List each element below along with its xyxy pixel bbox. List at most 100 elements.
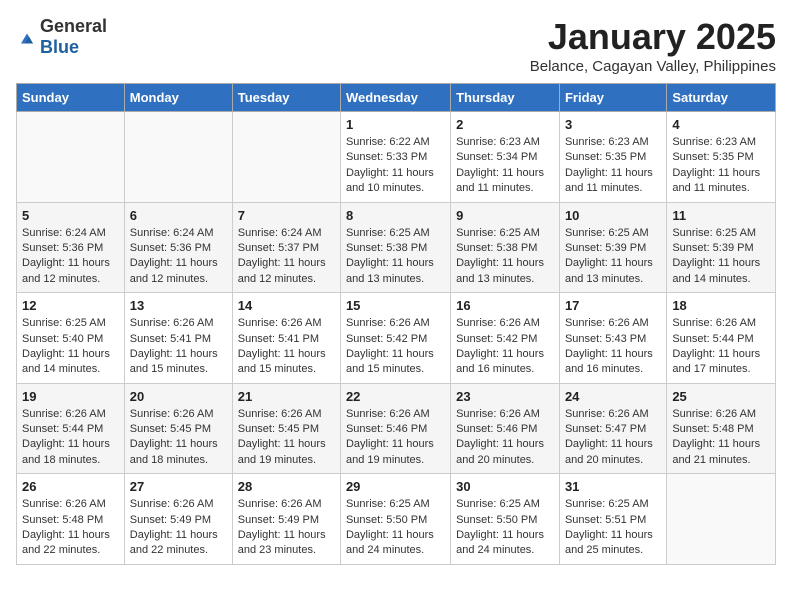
day-content: Sunrise: 6:25 AMSunset: 5:50 PMDaylight:… bbox=[346, 497, 445, 559]
day-content: Sunrise: 6:26 AMSunset: 5:48 PMDaylight:… bbox=[672, 407, 770, 469]
day-number: 2 bbox=[456, 117, 554, 132]
day-number: 20 bbox=[130, 389, 227, 404]
week-row-4: 26 Sunrise: 6:26 AMSunset: 5:48 PMDayligh… bbox=[17, 474, 776, 565]
calendar-cell bbox=[232, 112, 340, 203]
day-content: Sunrise: 6:25 AMSunset: 5:39 PMDaylight:… bbox=[672, 226, 770, 288]
calendar-cell: 19 Sunrise: 6:26 AMSunset: 5:44 PMDayligh… bbox=[17, 383, 125, 474]
day-content: Sunrise: 6:26 AMSunset: 5:46 PMDaylight:… bbox=[456, 407, 554, 469]
calendar-cell: 26 Sunrise: 6:26 AMSunset: 5:48 PMDayligh… bbox=[17, 474, 125, 565]
header-row: SundayMondayTuesdayWednesdayThursdayFrid… bbox=[17, 84, 776, 112]
day-content: Sunrise: 6:26 AMSunset: 5:42 PMDaylight:… bbox=[346, 316, 445, 378]
calendar-cell: 20 Sunrise: 6:26 AMSunset: 5:45 PMDayligh… bbox=[124, 383, 232, 474]
calendar-cell: 15 Sunrise: 6:26 AMSunset: 5:42 PMDayligh… bbox=[340, 293, 450, 384]
calendar-cell: 12Sunrise: 6:25 AMSunset: 5:40 PMDayligh… bbox=[17, 293, 125, 384]
day-number: 10 bbox=[565, 208, 661, 223]
header-day-saturday: Saturday bbox=[667, 84, 776, 112]
calendar-cell: 11Sunrise: 6:25 AMSunset: 5:39 PMDayligh… bbox=[667, 202, 776, 293]
calendar-cell: 17 Sunrise: 6:26 AMSunset: 5:43 PMDayligh… bbox=[559, 293, 666, 384]
week-row-3: 19 Sunrise: 6:26 AMSunset: 5:44 PMDayligh… bbox=[17, 383, 776, 474]
page-header: General Blue January 2025 Belance, Cagay… bbox=[16, 16, 776, 75]
day-number: 6 bbox=[130, 208, 227, 223]
day-number: 14 bbox=[238, 298, 335, 313]
day-content: Sunrise: 6:23 AMSunset: 5:34 PMDaylight:… bbox=[456, 135, 554, 197]
week-row-0: 1Sunrise: 6:22 AMSunset: 5:33 PMDaylight… bbox=[17, 112, 776, 203]
day-content: Sunrise: 6:26 AMSunset: 5:46 PMDaylight:… bbox=[346, 407, 445, 469]
day-number: 7 bbox=[238, 208, 335, 223]
calendar-cell: 4 Sunrise: 6:23 AMSunset: 5:35 PMDaylight… bbox=[667, 112, 776, 203]
header-day-wednesday: Wednesday bbox=[340, 84, 450, 112]
calendar-cell: 18Sunrise: 6:26 AMSunset: 5:44 PMDayligh… bbox=[667, 293, 776, 384]
day-number: 22 bbox=[346, 389, 445, 404]
day-number: 27 bbox=[130, 479, 227, 494]
day-content: Sunrise: 6:23 AMSunset: 5:35 PMDaylight:… bbox=[565, 135, 661, 197]
calendar-cell: 6 Sunrise: 6:24 AMSunset: 5:36 PMDaylight… bbox=[124, 202, 232, 293]
day-content: Sunrise: 6:23 AMSunset: 5:35 PMDaylight:… bbox=[672, 135, 770, 197]
day-number: 13 bbox=[130, 298, 227, 313]
day-content: Sunrise: 6:26 AMSunset: 5:43 PMDaylight:… bbox=[565, 316, 661, 378]
week-row-2: 12Sunrise: 6:25 AMSunset: 5:40 PMDayligh… bbox=[17, 293, 776, 384]
calendar-header: SundayMondayTuesdayWednesdayThursdayFrid… bbox=[17, 84, 776, 112]
calendar-cell: 7 Sunrise: 6:24 AMSunset: 5:37 PMDaylight… bbox=[232, 202, 340, 293]
day-content: Sunrise: 6:26 AMSunset: 5:42 PMDaylight:… bbox=[456, 316, 554, 378]
calendar-cell: 10 Sunrise: 6:25 AMSunset: 5:39 PMDayligh… bbox=[559, 202, 666, 293]
logo: General Blue bbox=[16, 16, 107, 58]
day-number: 15 bbox=[346, 298, 445, 313]
header-day-sunday: Sunday bbox=[17, 84, 125, 112]
day-number: 8 bbox=[346, 208, 445, 223]
calendar-cell: 5Sunrise: 6:24 AMSunset: 5:36 PMDaylight… bbox=[17, 202, 125, 293]
day-content: Sunrise: 6:25 AMSunset: 5:51 PMDaylight:… bbox=[565, 497, 661, 559]
calendar-cell bbox=[124, 112, 232, 203]
calendar-cell: 30Sunrise: 6:25 AMSunset: 5:50 PMDayligh… bbox=[451, 474, 560, 565]
calendar-cell: 16Sunrise: 6:26 AMSunset: 5:42 PMDayligh… bbox=[451, 293, 560, 384]
calendar-cell: 2 Sunrise: 6:23 AMSunset: 5:34 PMDaylight… bbox=[451, 112, 560, 203]
calendar-cell: 14Sunrise: 6:26 AMSunset: 5:41 PMDayligh… bbox=[232, 293, 340, 384]
week-row-1: 5Sunrise: 6:24 AMSunset: 5:36 PMDaylight… bbox=[17, 202, 776, 293]
day-number: 4 bbox=[672, 117, 770, 132]
calendar-cell: 22 Sunrise: 6:26 AMSunset: 5:46 PMDayligh… bbox=[340, 383, 450, 474]
calendar-cell: 9 Sunrise: 6:25 AMSunset: 5:38 PMDaylight… bbox=[451, 202, 560, 293]
calendar-cell: 31 Sunrise: 6:25 AMSunset: 5:51 PMDayligh… bbox=[559, 474, 666, 565]
day-content: Sunrise: 6:26 AMSunset: 5:49 PMDaylight:… bbox=[238, 497, 335, 559]
calendar-cell bbox=[667, 474, 776, 565]
day-content: Sunrise: 6:25 AMSunset: 5:38 PMDaylight:… bbox=[346, 226, 445, 288]
day-number: 19 bbox=[22, 389, 119, 404]
day-content: Sunrise: 6:24 AMSunset: 5:37 PMDaylight:… bbox=[238, 226, 335, 288]
day-content: Sunrise: 6:26 AMSunset: 5:45 PMDaylight:… bbox=[130, 407, 227, 469]
day-number: 24 bbox=[565, 389, 661, 404]
calendar-cell: 13 Sunrise: 6:26 AMSunset: 5:41 PMDayligh… bbox=[124, 293, 232, 384]
calendar-cell: 27Sunrise: 6:26 AMSunset: 5:49 PMDayligh… bbox=[124, 474, 232, 565]
day-content: Sunrise: 6:24 AMSunset: 5:36 PMDaylight:… bbox=[130, 226, 227, 288]
day-content: Sunrise: 6:26 AMSunset: 5:45 PMDaylight:… bbox=[238, 407, 335, 469]
day-number: 25 bbox=[672, 389, 770, 404]
day-content: Sunrise: 6:24 AMSunset: 5:36 PMDaylight:… bbox=[22, 226, 119, 288]
calendar-cell bbox=[17, 112, 125, 203]
calendar-cell: 28Sunrise: 6:26 AMSunset: 5:49 PMDayligh… bbox=[232, 474, 340, 565]
calendar-cell: 3Sunrise: 6:23 AMSunset: 5:35 PMDaylight… bbox=[559, 112, 666, 203]
day-content: Sunrise: 6:26 AMSunset: 5:47 PMDaylight:… bbox=[565, 407, 661, 469]
day-number: 17 bbox=[565, 298, 661, 313]
day-number: 9 bbox=[456, 208, 554, 223]
day-content: Sunrise: 6:25 AMSunset: 5:50 PMDaylight:… bbox=[456, 497, 554, 559]
calendar-cell: 8 Sunrise: 6:25 AMSunset: 5:38 PMDaylight… bbox=[340, 202, 450, 293]
calendar-cell: 21Sunrise: 6:26 AMSunset: 5:45 PMDayligh… bbox=[232, 383, 340, 474]
day-content: Sunrise: 6:25 AMSunset: 5:40 PMDaylight:… bbox=[22, 316, 119, 378]
day-content: Sunrise: 6:26 AMSunset: 5:44 PMDaylight:… bbox=[22, 407, 119, 469]
day-number: 31 bbox=[565, 479, 661, 494]
day-content: Sunrise: 6:26 AMSunset: 5:48 PMDaylight:… bbox=[22, 497, 119, 559]
day-content: Sunrise: 6:25 AMSunset: 5:39 PMDaylight:… bbox=[565, 226, 661, 288]
header-day-thursday: Thursday bbox=[451, 84, 560, 112]
day-number: 18 bbox=[672, 298, 770, 313]
header-day-friday: Friday bbox=[559, 84, 666, 112]
day-number: 1 bbox=[346, 117, 445, 132]
calendar-table: SundayMondayTuesdayWednesdayThursdayFrid… bbox=[16, 83, 776, 565]
day-content: Sunrise: 6:26 AMSunset: 5:41 PMDaylight:… bbox=[130, 316, 227, 378]
month-title: January 2025 bbox=[530, 16, 776, 58]
logo-blue: Blue bbox=[40, 37, 79, 57]
calendar-cell: 24 Sunrise: 6:26 AMSunset: 5:47 PMDayligh… bbox=[559, 383, 666, 474]
day-content: Sunrise: 6:25 AMSunset: 5:38 PMDaylight:… bbox=[456, 226, 554, 288]
calendar-cell: 25 Sunrise: 6:26 AMSunset: 5:48 PMDayligh… bbox=[667, 383, 776, 474]
calendar-cell: 23Sunrise: 6:26 AMSunset: 5:46 PMDayligh… bbox=[451, 383, 560, 474]
day-number: 26 bbox=[22, 479, 119, 494]
logo-icon bbox=[16, 27, 36, 47]
calendar-cell: 1Sunrise: 6:22 AMSunset: 5:33 PMDaylight… bbox=[340, 112, 450, 203]
